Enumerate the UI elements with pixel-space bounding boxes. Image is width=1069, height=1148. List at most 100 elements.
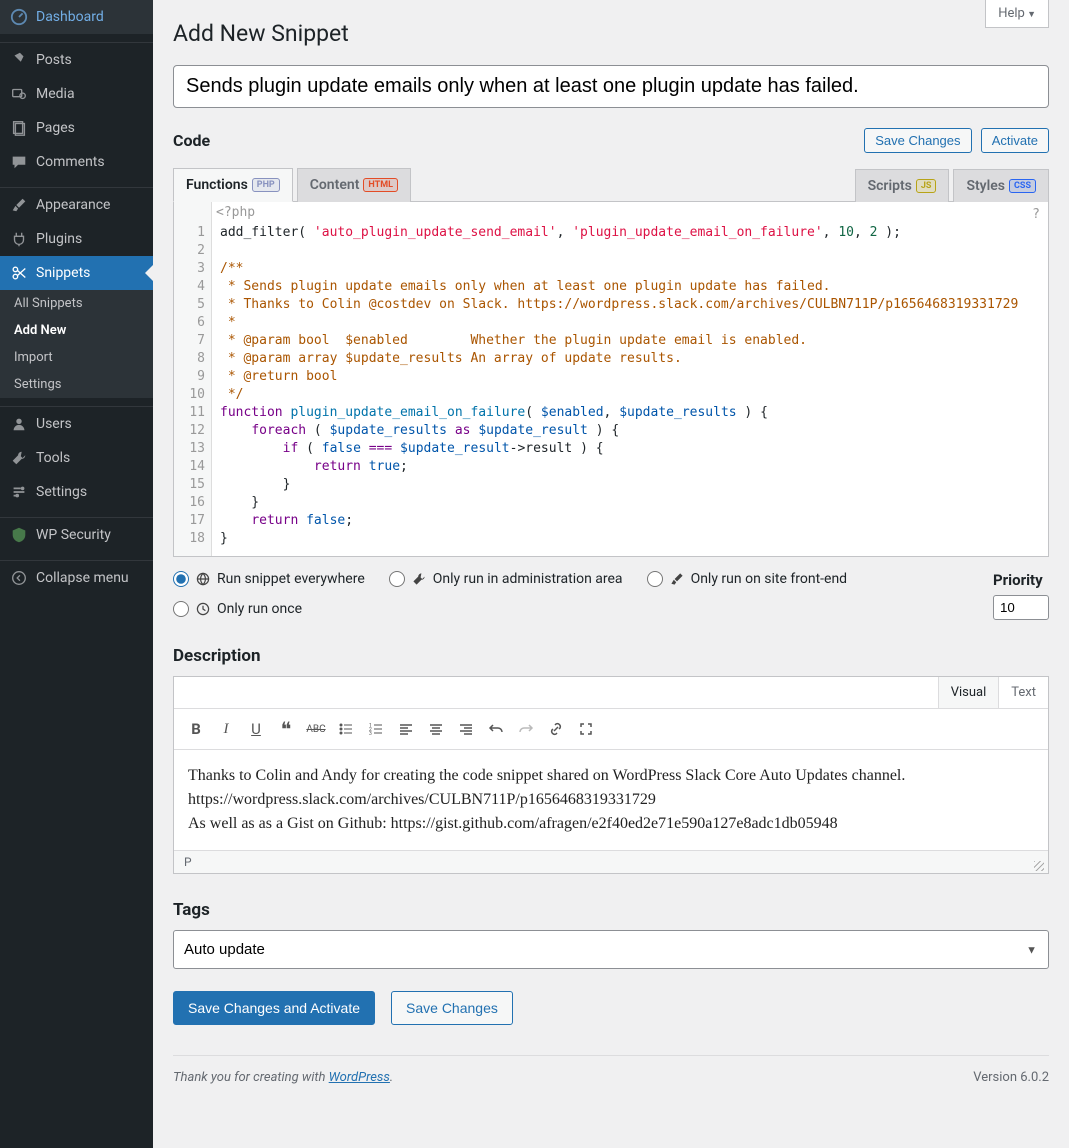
snippet-title-input[interactable] xyxy=(173,65,1049,108)
scope-radio[interactable] xyxy=(647,571,663,587)
admin-footer: Thank you for creating with WordPress. V… xyxy=(173,1055,1049,1085)
align-left-icon[interactable] xyxy=(392,715,420,743)
tab-scripts[interactable]: ScriptsJS xyxy=(855,169,950,202)
sidebar-item-wp-security[interactable]: WP Security xyxy=(0,517,153,552)
sidebar-label: Plugins xyxy=(36,231,82,247)
page-title: Add New Snippet xyxy=(173,20,1049,47)
link-icon[interactable] xyxy=(542,715,570,743)
editor-code[interactable]: add_filter( 'auto_plugin_update_send_ema… xyxy=(212,202,1048,556)
sidebar-label: Snippets xyxy=(36,265,90,281)
redo-icon[interactable] xyxy=(512,715,540,743)
editor-php-tag: <?php xyxy=(212,202,259,224)
version-label: Version 6.0.2 xyxy=(973,1070,1049,1085)
priority-input[interactable] xyxy=(993,595,1049,620)
description-editor: Visual Text B I U ❝ ABC 123 Thanks to Co… xyxy=(173,676,1049,874)
comments-icon xyxy=(10,153,28,171)
bullet-list-icon[interactable] xyxy=(332,715,360,743)
clock-icon xyxy=(195,601,211,617)
sidebar-label: Pages xyxy=(36,120,75,136)
brush-icon xyxy=(10,196,28,214)
sidebar-sub-add-new[interactable]: Add New xyxy=(0,317,153,344)
sidebar-label: WP Security xyxy=(36,527,111,543)
save-changes-button-bottom[interactable]: Save Changes xyxy=(391,991,513,1025)
sidebar-label: Posts xyxy=(36,52,72,68)
sidebar-item-media[interactable]: Media xyxy=(0,77,153,111)
save-changes-button[interactable]: Save Changes xyxy=(864,128,971,153)
scope-option-3[interactable]: Only run once xyxy=(173,601,302,617)
globe-icon xyxy=(195,571,211,587)
fullscreen-icon[interactable] xyxy=(572,715,600,743)
scissors-icon xyxy=(10,264,28,282)
sidebar-label: Media xyxy=(36,86,75,102)
eye-icon xyxy=(669,571,685,587)
strikethrough-icon[interactable]: ABC xyxy=(302,715,330,743)
scope-option-1[interactable]: Only run in administration area xyxy=(389,571,623,587)
sidebar-sub-settings[interactable]: Settings xyxy=(0,371,153,398)
editor-gutter: 123456789101112131415161718 xyxy=(174,202,212,556)
dashboard-icon xyxy=(10,8,28,26)
scope-options: Run snippet everywhere Only run in admini… xyxy=(173,571,969,617)
media-icon xyxy=(10,85,28,103)
sidebar-item-snippets[interactable]: Snippets xyxy=(0,256,153,290)
undo-icon[interactable] xyxy=(482,715,510,743)
editor-help-icon[interactable]: ? xyxy=(1032,206,1040,224)
scope-option-2[interactable]: Only run on site front-end xyxy=(647,571,848,587)
number-list-icon[interactable]: 123 xyxy=(362,715,390,743)
code-heading: Code xyxy=(173,131,210,150)
scope-radio[interactable] xyxy=(173,571,189,587)
save-and-activate-button[interactable]: Save Changes and Activate xyxy=(173,991,375,1025)
collapse-icon xyxy=(10,569,28,587)
sidebar-item-posts[interactable]: Posts xyxy=(0,42,153,77)
tab-styles[interactable]: StylesCSS xyxy=(953,169,1049,202)
activate-button[interactable]: Activate xyxy=(981,128,1049,153)
scope-radio[interactable] xyxy=(173,601,189,617)
sidebar-label: Comments xyxy=(36,154,105,170)
underline-icon[interactable]: U xyxy=(242,715,270,743)
sidebar-label: Appearance xyxy=(36,197,110,213)
sidebar-item-appearance[interactable]: Appearance xyxy=(0,187,153,222)
description-status: P xyxy=(174,850,1048,873)
quote-icon[interactable]: ❝ xyxy=(272,715,300,743)
settings-icon xyxy=(10,483,28,501)
sidebar-item-users[interactable]: Users xyxy=(0,406,153,441)
pages-icon xyxy=(10,119,28,137)
plug-icon xyxy=(10,230,28,248)
align-center-icon[interactable] xyxy=(422,715,450,743)
admin-sidebar: Dashboard Posts Media Pages Comments App… xyxy=(0,0,153,1148)
desc-tab-visual[interactable]: Visual xyxy=(938,677,999,708)
align-right-icon[interactable] xyxy=(452,715,480,743)
priority-block: Priority xyxy=(993,571,1049,620)
priority-label: Priority xyxy=(993,571,1049,589)
sidebar-label: Settings xyxy=(36,484,87,500)
pin-icon xyxy=(10,51,28,69)
wordpress-link[interactable]: WordPress xyxy=(329,1070,390,1085)
sidebar-item-pages[interactable]: Pages xyxy=(0,111,153,145)
description-heading: Description xyxy=(173,646,1049,666)
italic-icon[interactable]: I xyxy=(212,715,240,743)
sidebar-sub-import[interactable]: Import xyxy=(0,344,153,371)
sidebar-item-dashboard[interactable]: Dashboard xyxy=(0,0,153,34)
sidebar-item-plugins[interactable]: Plugins xyxy=(0,222,153,256)
sidebar-item-settings[interactable]: Settings xyxy=(0,475,153,509)
sidebar-item-comments[interactable]: Comments xyxy=(0,145,153,179)
wrench-icon xyxy=(411,571,427,587)
tags-input[interactable] xyxy=(173,930,1049,969)
code-editor[interactable]: <?php ? 123456789101112131415161718 add_… xyxy=(173,202,1049,557)
desc-toolbar: B I U ❝ ABC 123 xyxy=(174,709,1048,750)
sidebar-item-tools[interactable]: Tools xyxy=(0,441,153,475)
bold-icon[interactable]: B xyxy=(182,715,210,743)
sidebar-item-collapse[interactable]: Collapse menu xyxy=(0,560,153,595)
description-body[interactable]: Thanks to Colin and Andy for creating th… xyxy=(174,750,1048,850)
tab-content[interactable]: ContentHTML xyxy=(297,168,411,202)
scope-radio[interactable] xyxy=(389,571,405,587)
tools-icon xyxy=(10,449,28,467)
help-tab[interactable]: Help xyxy=(985,0,1049,28)
sidebar-label: Tools xyxy=(36,450,70,466)
users-icon xyxy=(10,415,28,433)
scope-option-0[interactable]: Run snippet everywhere xyxy=(173,571,365,587)
sidebar-label: Users xyxy=(36,416,72,432)
tab-functions[interactable]: FunctionsPHP xyxy=(173,168,293,202)
desc-tab-text[interactable]: Text xyxy=(998,677,1048,708)
code-tabbar: FunctionsPHP ContentHTML ScriptsJS Style… xyxy=(173,167,1049,202)
sidebar-sub-all-snippets[interactable]: All Snippets xyxy=(0,290,153,317)
